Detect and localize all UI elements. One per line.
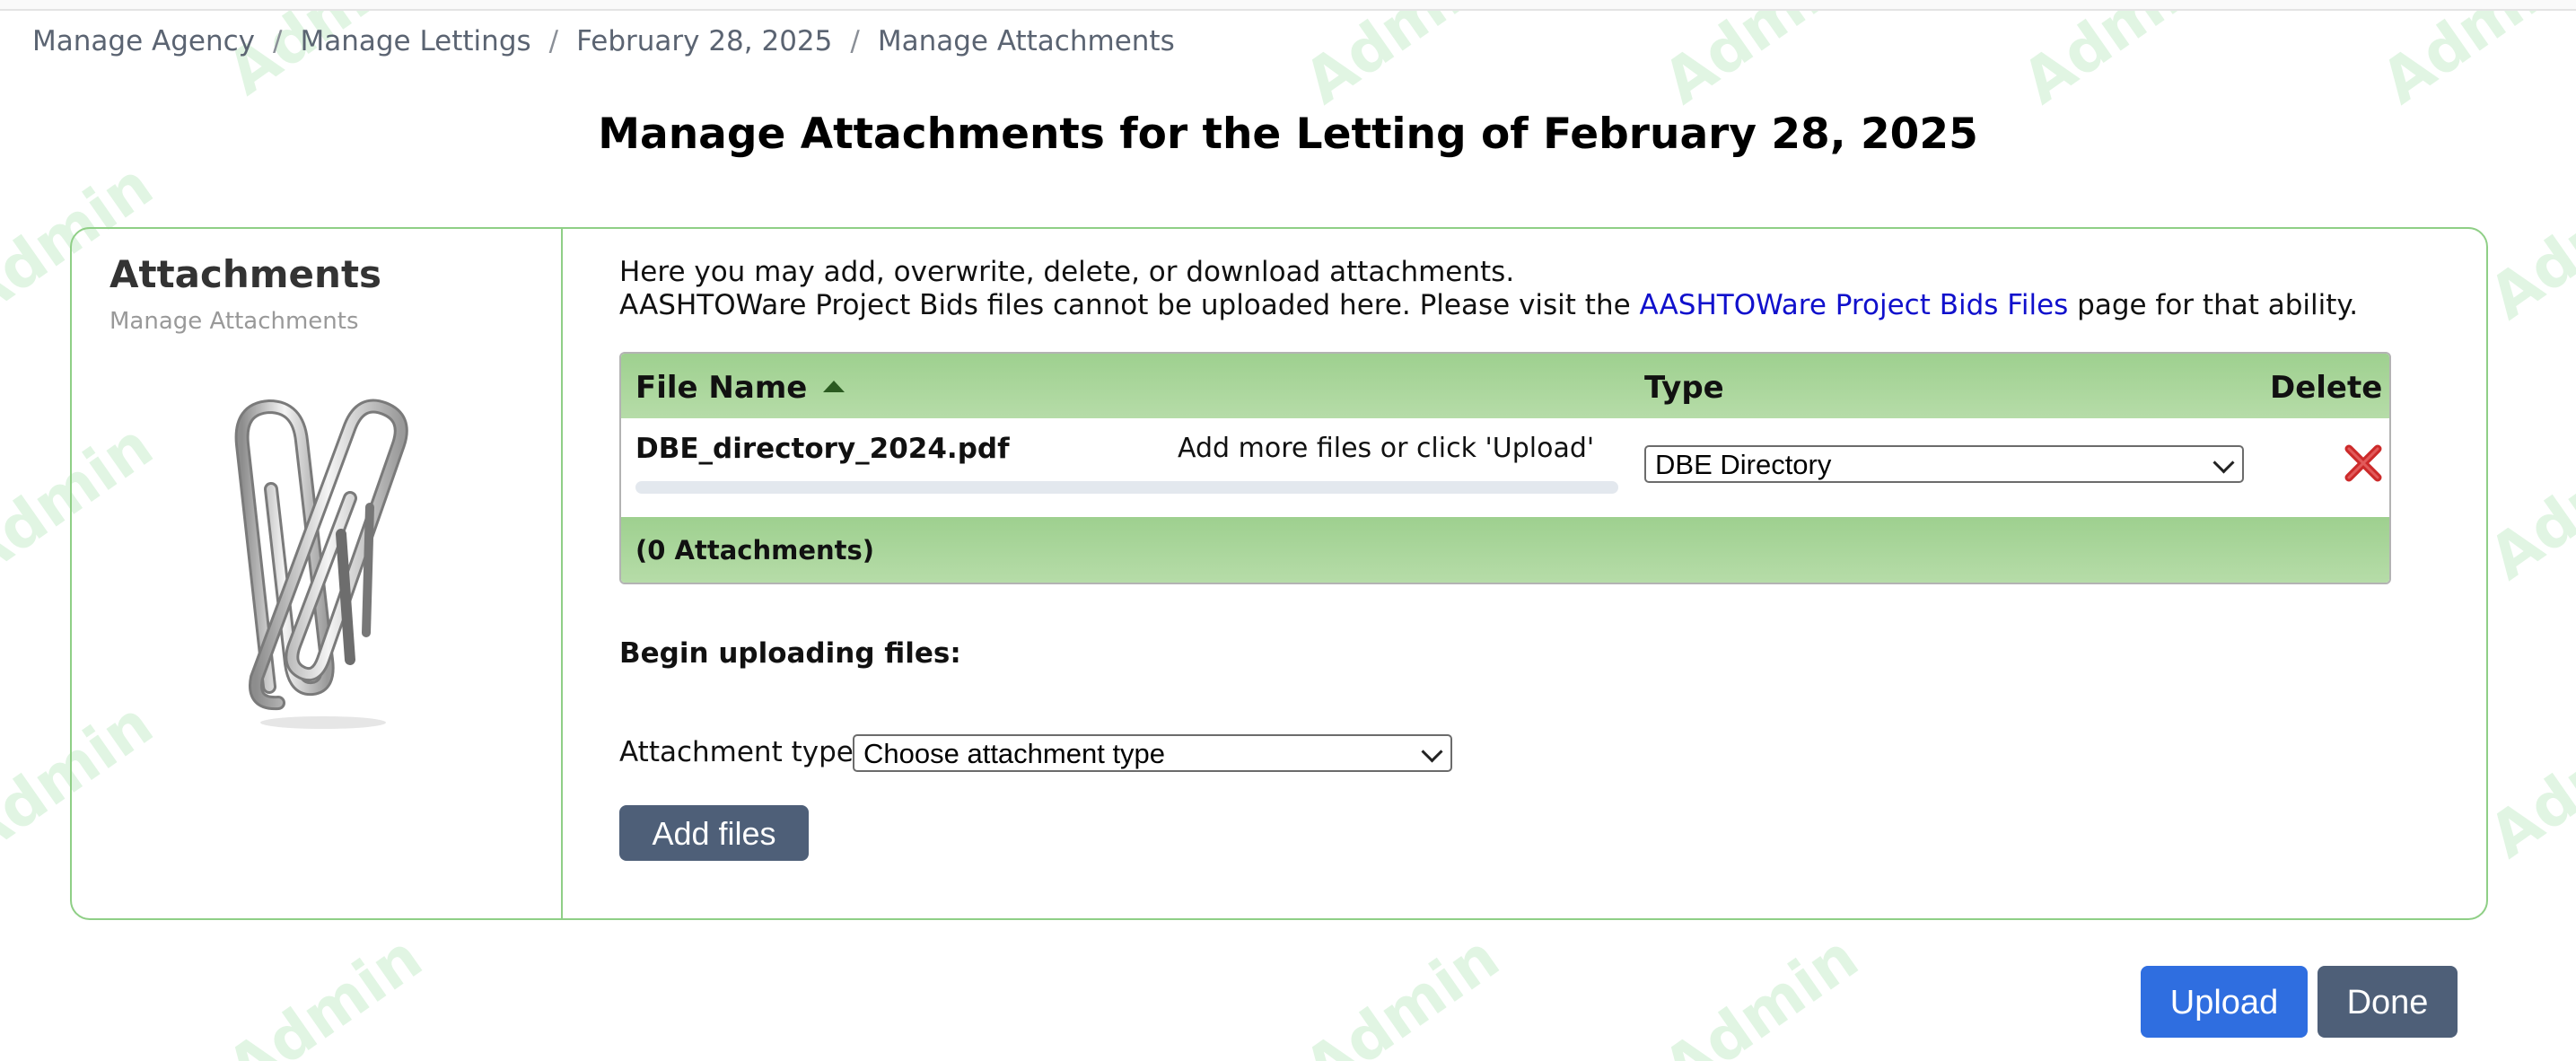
done-button[interactable]: Done: [2318, 966, 2458, 1038]
attachments-panel: Attachments Manage Attachments Here you …: [70, 227, 2488, 920]
intro-text: Here you may add, overwrite, delete, or …: [619, 256, 2450, 322]
file-type-value: DBE Directory: [1655, 449, 1832, 480]
paperclip-icon: [234, 399, 408, 729]
upload-button[interactable]: Upload: [2141, 966, 2308, 1038]
breadcrumb-current: Manage Attachments: [877, 25, 1175, 57]
breadcrumb-separator: /: [273, 25, 283, 57]
breadcrumb: Manage Agency / Manage Lettings / February 2…: [32, 25, 1175, 57]
watermark-text: Admin: [1292, 0, 1512, 118]
delete-x-icon[interactable]: [2342, 442, 2385, 485]
intro-line-2-suffix: page for that ability.: [2068, 289, 2359, 321]
attachment-type-value: Choose attachment type: [863, 738, 1166, 769]
grid-footer: (0 Attachments): [621, 517, 2389, 583]
breadcrumb-manage-lettings[interactable]: Manage Lettings: [300, 25, 530, 57]
sidebar-title: Attachments: [110, 252, 382, 296]
watermark-text: Admin: [2476, 150, 2576, 334]
attachments-content: Here you may add, overwrite, delete, or …: [619, 256, 2450, 861]
watermark-text: Admin: [1651, 922, 1871, 1061]
watermark-text: Admin: [1292, 922, 1512, 1061]
chevron-down-icon: [1421, 741, 1443, 763]
breadcrumb-separator: /: [548, 25, 559, 57]
watermark-text: Admin: [2476, 410, 2576, 594]
column-header-file-name[interactable]: File Name: [635, 370, 846, 406]
breadcrumb-letting-date[interactable]: February 28, 2025: [576, 25, 832, 57]
attachments-count: (0 Attachments): [635, 535, 875, 566]
attachments-sidebar: Attachments Manage Attachments: [72, 229, 563, 918]
column-header-file-name-label: File Name: [635, 370, 808, 406]
watermark-text: Admin: [1651, 0, 1871, 118]
page-title: Manage Attachments for the Letting of Fe…: [598, 110, 1978, 159]
intro-line-2: AASHTOWare Project Bids files cannot be …: [619, 289, 2450, 322]
attachment-type-select[interactable]: Choose attachment type: [853, 734, 1452, 772]
watermark-text: Admin: [2476, 688, 2576, 872]
project-bids-files-link[interactable]: AASHTOWare Project Bids Files: [1640, 289, 2069, 321]
watermark-text: Admin: [215, 922, 435, 1061]
upload-progress-bar: [635, 481, 1618, 494]
intro-line-2-prefix: AASHTOWare Project Bids files cannot be …: [619, 289, 1640, 321]
attachment-type-label: Attachment type: [619, 736, 854, 768]
breadcrumb-manage-agency[interactable]: Manage Agency: [32, 25, 255, 57]
file-type-select[interactable]: DBE Directory: [1644, 445, 2244, 483]
begin-uploading-heading: Begin uploading files:: [619, 637, 961, 670]
breadcrumb-separator: /: [850, 25, 860, 57]
sidebar-subtitle: Manage Attachments: [110, 308, 359, 335]
add-files-button[interactable]: Add files: [619, 805, 809, 861]
column-header-type[interactable]: Type: [1644, 370, 1724, 406]
attachments-grid: File Name Type Delete DBE_directory_2024…: [619, 352, 2391, 584]
table-row: DBE_directory_2024.pdf Add more files or…: [621, 418, 2389, 517]
watermark-text: Admin: [2010, 0, 2230, 118]
sort-ascending-icon: [823, 381, 846, 392]
grid-header: File Name Type Delete: [621, 354, 2389, 418]
top-border: [0, 0, 2576, 11]
upload-hint: Add more files or click 'Upload': [1178, 433, 1595, 464]
chevron-down-icon: [2212, 452, 2235, 474]
intro-line-1: Here you may add, overwrite, delete, or …: [619, 256, 1515, 288]
file-name: DBE_directory_2024.pdf: [635, 433, 1010, 465]
column-header-delete: Delete: [2270, 370, 2383, 406]
watermark-text: Admin: [2369, 0, 2576, 118]
